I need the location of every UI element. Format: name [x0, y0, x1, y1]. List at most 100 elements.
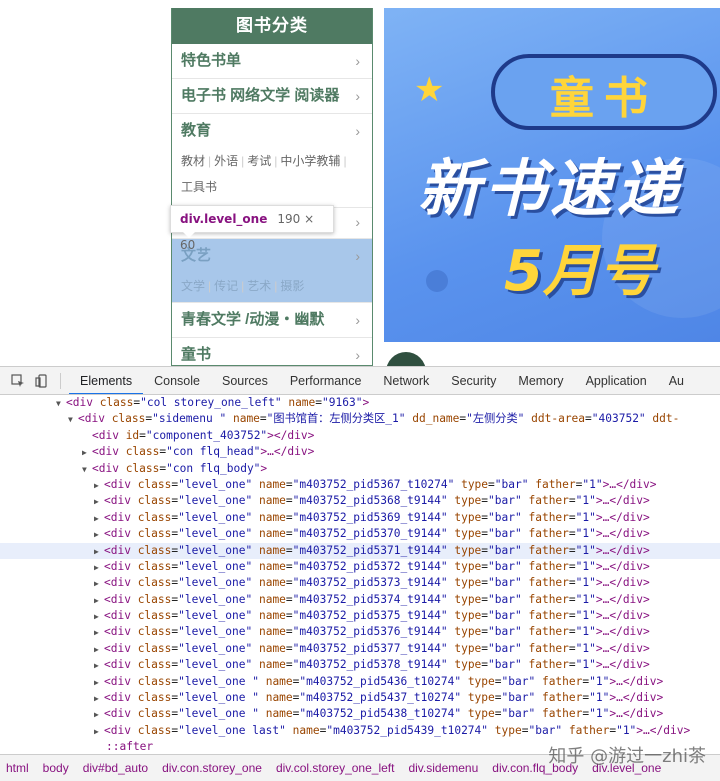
expand-triangle-icon[interactable]: ▶ [82, 445, 92, 461]
subcategory-link[interactable]: 摄影 [280, 279, 304, 293]
expand-triangle-icon[interactable]: ▶ [94, 625, 104, 641]
dom-node[interactable]: ▼ <div class="con flq_body"> [0, 461, 720, 477]
subcategory-link[interactable]: 艺术 [247, 279, 271, 293]
category-item-featured-lists[interactable]: 特色书单 › [172, 44, 372, 79]
attr-name: class [137, 609, 172, 623]
attr-name: name [258, 527, 286, 541]
dom-node-level-one[interactable]: ▶ <div class="level_one" name="m403752_pi… [0, 542, 720, 560]
category-title: 青春文学 /动漫・幽默 [181, 311, 325, 328]
dom-node-level-one[interactable]: ▶ <div class="level_one" name="m403752_pi… [0, 657, 720, 673]
subcategory-link[interactable]: 工具书 [181, 180, 217, 194]
subcategory-link[interactable]: 传记 [214, 279, 238, 293]
tab-audits[interactable]: Au [658, 367, 695, 394]
attr-value: "level_one" [178, 641, 253, 655]
dom-node-level-one[interactable]: ▶ <div class="level_one " name="m403752_p… [0, 674, 720, 690]
expand-triangle-icon[interactable]: ▶ [94, 609, 104, 625]
attr-value: "bar" [488, 641, 522, 655]
dom-node[interactable]: ▼ <div class="sidemenu " name="图书馆首：左侧分类区… [0, 411, 720, 427]
dom-node-level-one[interactable]: ▶ <div class="level_one" name="m403752_pi… [0, 575, 720, 591]
equals: = [568, 527, 576, 541]
expand-triangle-icon[interactable]: ▶ [94, 478, 104, 494]
breadcrumb-item[interactable]: div.sidemenu [401, 761, 485, 775]
tab-performance[interactable]: Performance [279, 367, 373, 394]
dom-node[interactable]: <div id="component_403752"></div> [0, 428, 720, 444]
attr-value: "1" [589, 707, 610, 721]
expand-triangle-icon[interactable]: ▶ [94, 527, 104, 543]
tag-open: <div [104, 592, 138, 606]
tag-open: <div [104, 477, 138, 491]
dom-tree[interactable]: ▼ <div class="col storey_one_left" name="… [0, 395, 720, 755]
attr-name: father [541, 674, 583, 688]
chevron-right-icon: › [355, 88, 360, 104]
collapse-triangle-icon[interactable]: ▼ [56, 396, 66, 412]
breadcrumb-item[interactable]: div.con.storey_one [155, 761, 269, 775]
attr-value: "1" [575, 658, 596, 672]
device-toolbar-icon[interactable] [30, 369, 54, 393]
category-item-youth-literature[interactable]: 青春文学 /动漫・幽默 › [172, 303, 372, 338]
subcategory-link[interactable]: 外语 [214, 154, 238, 168]
category-item-literature-art[interactable]: 文艺 › 文学 | 传记 | 艺术 | 摄影 [172, 239, 372, 303]
tab-network[interactable]: Network [372, 367, 440, 394]
attr-name: type [454, 658, 482, 672]
promo-banner[interactable]: ★ 童书 新书速递 5月号 [384, 8, 720, 342]
dom-node[interactable]: ▶ <div class="con flq_head">…</div> [0, 444, 720, 460]
dom-node-level-one[interactable]: ▶ <div class="level_one " name="m403752_p… [0, 690, 720, 706]
attr-value: "m403752_pid5372_t9144" [292, 559, 448, 573]
expand-triangle-icon[interactable]: ▶ [94, 707, 104, 723]
expand-triangle-icon[interactable]: ▶ [94, 691, 104, 707]
equals: = [285, 609, 293, 623]
expand-triangle-icon[interactable]: ▶ [94, 544, 104, 560]
expand-triangle-icon[interactable]: ▶ [94, 675, 104, 691]
expand-triangle-icon[interactable]: ▶ [94, 511, 104, 527]
expand-triangle-icon[interactable]: ▶ [94, 593, 104, 609]
expand-triangle-icon[interactable]: ▶ [94, 560, 104, 576]
equals: = [285, 625, 293, 639]
subcategory-link[interactable]: 文学 [181, 279, 205, 293]
dom-node-level-one[interactable]: ▶ <div class="level_one" name="m403752_pi… [0, 526, 720, 542]
category-item-childrens-books[interactable]: 童书 › [172, 338, 372, 366]
expand-triangle-icon[interactable]: ▶ [94, 494, 104, 510]
dom-node-level-one[interactable]: ▶ <div class="level_one" name="m403752_pi… [0, 559, 720, 575]
subcategory-link[interactable]: 考试 [247, 154, 271, 168]
subcategory-link[interactable]: 中小学教辅 [280, 154, 340, 168]
dom-node-level-one[interactable]: ▶ <div class="level_one last" name="m4037… [0, 723, 720, 739]
subcategory-link[interactable]: 教材 [181, 154, 205, 168]
expand-triangle-icon[interactable]: ▶ [94, 658, 104, 674]
dom-node-level-one[interactable]: ▶ <div class="level_one" name="m403752_pi… [0, 641, 720, 657]
tab-application[interactable]: Application [575, 367, 658, 394]
dom-node-level-one[interactable]: ▶ <div class="level_one" name="m403752_pi… [0, 510, 720, 526]
expand-triangle-icon[interactable]: ▶ [94, 642, 104, 658]
avatar [386, 352, 426, 366]
tab-memory[interactable]: Memory [507, 367, 574, 394]
tab-console[interactable]: Console [143, 367, 211, 394]
dom-node[interactable]: ▼ <div class="col storey_one_left" name="… [0, 395, 720, 411]
category-item-education[interactable]: 教育 › 教材 | 外语 | 考试 | 中小学教辅 | 工具书 [172, 114, 372, 208]
category-item-ebooks[interactable]: 电子书 网络文学 阅读器 › [172, 79, 372, 114]
collapse-triangle-icon[interactable]: ▼ [68, 412, 78, 428]
inspect-element-icon[interactable] [6, 369, 30, 393]
breadcrumb-item[interactable]: body [36, 761, 76, 775]
attr-value: "level_one" [178, 625, 253, 639]
attr-name: name [265, 707, 293, 721]
dom-node-level-one[interactable]: ▶ <div class="level_one" name="m403752_pi… [0, 493, 720, 509]
breadcrumb-item[interactable]: html [0, 761, 36, 775]
expand-triangle-icon[interactable]: ▶ [94, 576, 104, 592]
collapse-triangle-icon[interactable]: ▼ [82, 462, 92, 478]
dom-node-level-one[interactable]: ▶ <div class="level_one" name="m403752_pi… [0, 477, 720, 493]
dom-node-level-one[interactable]: ▶ <div class="level_one " name="m403752_p… [0, 706, 720, 722]
dom-node-level-one[interactable]: ▶ <div class="level_one" name="m403752_pi… [0, 608, 720, 624]
tab-sources[interactable]: Sources [211, 367, 279, 394]
breadcrumb-item[interactable]: div#bd_auto [76, 761, 155, 775]
attr-name: father [528, 609, 569, 623]
attr-name: type [454, 609, 482, 623]
tab-elements[interactable]: Elements [69, 367, 144, 394]
expand-triangle-icon[interactable]: ▶ [94, 724, 104, 740]
dom-node-level-one[interactable]: ▶ <div class="level_one" name="m403752_pi… [0, 592, 720, 608]
dom-node-level-one[interactable]: ▶ <div class="level_one" name="m403752_pi… [0, 624, 720, 640]
attr-value: "1" [589, 674, 610, 688]
attr-value: "level_one " [178, 707, 259, 721]
tab-security[interactable]: Security [440, 367, 507, 394]
breadcrumb-item[interactable]: div.col.storey_one_left [269, 761, 402, 775]
